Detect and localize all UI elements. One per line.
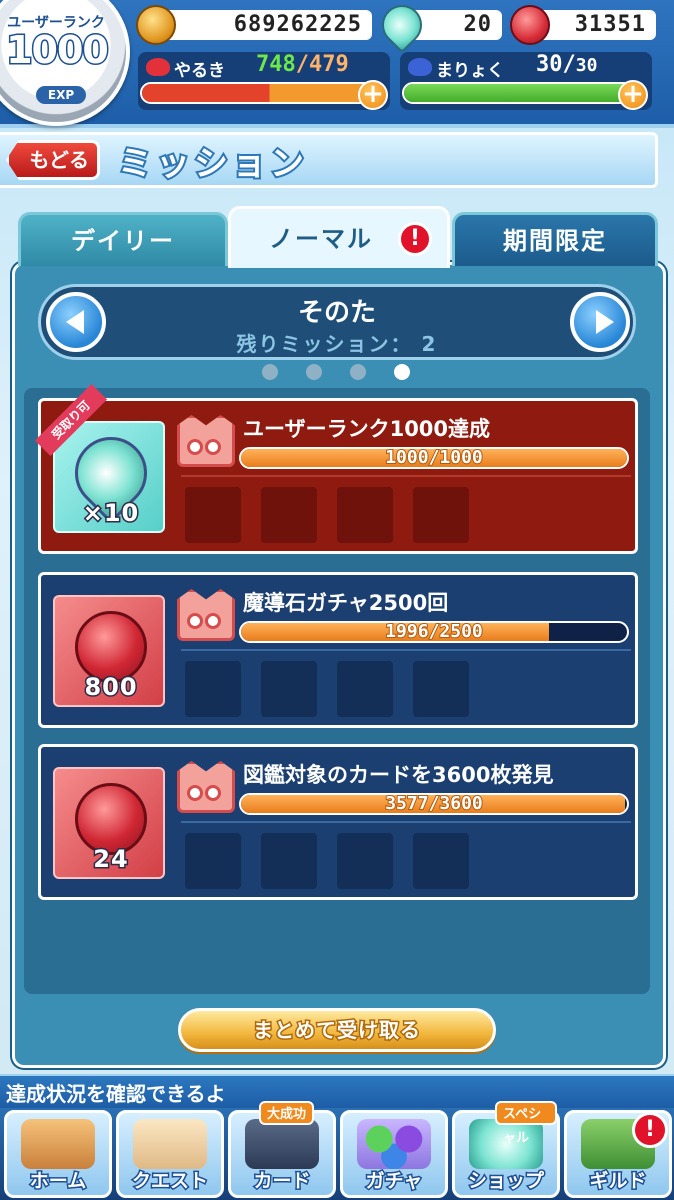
slot xyxy=(413,661,469,717)
nav-shop-label: ショップ xyxy=(466,1169,545,1194)
progress-text: 1996/2500 xyxy=(384,620,484,643)
maryoku-plus-button[interactable]: + xyxy=(618,80,648,110)
crown-eyes-icon xyxy=(187,785,225,803)
mission-title: 魔導石ガチャ2500回 xyxy=(243,591,449,615)
slot xyxy=(413,833,469,889)
maryoku-gauge: まりょく 30/30 xyxy=(400,52,652,110)
alert-icon: ! xyxy=(632,1112,668,1148)
maryoku-bar-fill xyxy=(404,84,636,102)
reward-box: 800 xyxy=(53,595,165,707)
yaruki-gauge: やるき 748/479 xyxy=(138,52,390,110)
nav-card-label: カード xyxy=(252,1169,312,1194)
maryoku-max: 30 xyxy=(575,55,598,76)
page-dot[interactable] xyxy=(306,364,322,380)
maryoku-current: 30 xyxy=(536,52,563,77)
slot xyxy=(337,487,393,543)
slot xyxy=(185,487,241,543)
yaruki-separator: / xyxy=(295,52,309,77)
nav-card[interactable]: 大成功 カード xyxy=(228,1101,336,1198)
mission-card[interactable]: 800 魔導石ガチャ2500回 1996/2500 xyxy=(38,572,638,728)
reward-count: ×10 xyxy=(81,498,140,529)
home-icon xyxy=(21,1119,95,1169)
yaruki-label: やるき xyxy=(174,61,225,81)
nav-gacha-label: ガチャ xyxy=(364,1169,424,1194)
reward-box: 24 xyxy=(53,767,165,879)
maryoku-bar xyxy=(402,82,638,104)
divider xyxy=(181,649,631,651)
slot xyxy=(261,833,317,889)
magic-stone-counter: 31351 xyxy=(536,10,656,40)
nav-card-badge: 大成功 xyxy=(259,1101,315,1125)
mission-title: 図鑑対象のカードを3600枚発見 xyxy=(243,763,554,787)
yaruki-bar xyxy=(140,82,376,104)
divider xyxy=(181,475,631,477)
nav-quest[interactable]: クエスト xyxy=(116,1110,224,1198)
slot xyxy=(337,833,393,889)
magic-stone-icon xyxy=(510,5,550,45)
slot xyxy=(261,487,317,543)
slot xyxy=(337,661,393,717)
nav-gacha[interactable]: ガチャ xyxy=(340,1110,448,1198)
reward-count: 24 xyxy=(92,844,129,875)
nav-home[interactable]: ホーム xyxy=(4,1110,112,1198)
red-puyo-icon xyxy=(146,58,170,76)
tab-limited-time[interactable]: 期間限定 xyxy=(452,212,658,266)
crown-eyes-icon xyxy=(187,613,225,631)
slot xyxy=(185,661,241,717)
slot xyxy=(413,487,469,543)
mission-card[interactable]: 24 図鑑対象のカードを3600枚発見 3577/3600 xyxy=(38,744,638,900)
divider xyxy=(181,821,631,823)
prev-category-button[interactable] xyxy=(46,292,106,352)
maryoku-value: 30/30 xyxy=(536,52,597,77)
maryoku-separator: / xyxy=(562,52,576,77)
arrow-left-icon xyxy=(66,310,84,334)
reward-count: 800 xyxy=(83,672,138,703)
alert-icon: ! xyxy=(398,222,432,256)
page-dot[interactable] xyxy=(350,364,366,380)
back-button[interactable]: もどる xyxy=(6,140,100,180)
mission-card[interactable]: ×10 受取り可 ユーザーランク1000達成 1000/1000 xyxy=(34,383,638,554)
coin-icon xyxy=(136,5,176,45)
nav-quest-label: クエスト xyxy=(130,1169,209,1194)
nav-shop[interactable]: スペシャル ショップ xyxy=(452,1101,560,1198)
mission-title: ユーザーランク1000達成 xyxy=(243,417,491,441)
next-category-button[interactable] xyxy=(570,292,630,352)
page-title: ミッション xyxy=(116,142,308,186)
nav-shop-badge: スペシャル xyxy=(495,1101,557,1146)
quest-map-icon xyxy=(133,1119,207,1169)
hint-text: 達成状況を確認できるよ xyxy=(6,1082,226,1106)
reward-box: ×10 xyxy=(53,421,165,533)
tab-normal-label: ノーマル xyxy=(269,225,373,253)
progress-text: 3577/3600 xyxy=(384,792,484,815)
nav-guild-label: ギルド xyxy=(588,1169,648,1194)
blue-puyo-icon xyxy=(408,58,432,76)
arrow-right-icon xyxy=(596,310,614,334)
user-rank-value: 1000 xyxy=(5,27,111,74)
yaruki-value: 748/479 xyxy=(256,52,349,77)
slot xyxy=(185,833,241,889)
crown-eyes-icon xyxy=(187,439,225,457)
nav-home-label: ホーム xyxy=(28,1169,87,1194)
yaruki-bar-fill xyxy=(142,84,374,102)
maryoku-label: まりょく xyxy=(436,61,504,81)
page-dot-active[interactable] xyxy=(394,364,410,380)
gacha-icon xyxy=(357,1119,431,1169)
page-dot[interactable] xyxy=(262,364,278,380)
yaruki-max: 479 xyxy=(309,52,349,77)
yaruki-current: 748 xyxy=(256,52,296,77)
tab-daily[interactable]: デイリー xyxy=(18,212,228,266)
category-name: そのた xyxy=(297,298,376,328)
coin-counter: 689262225 xyxy=(160,10,372,40)
slot xyxy=(261,661,317,717)
yaruki-plus-button[interactable]: + xyxy=(358,80,388,110)
claim-all-button[interactable]: まとめて受け取る xyxy=(178,1008,496,1052)
remaining-missions: 残りミッション： 2 xyxy=(236,332,438,356)
exp-label: EXP xyxy=(36,86,86,104)
progress-text: 1000/1000 xyxy=(384,446,484,469)
